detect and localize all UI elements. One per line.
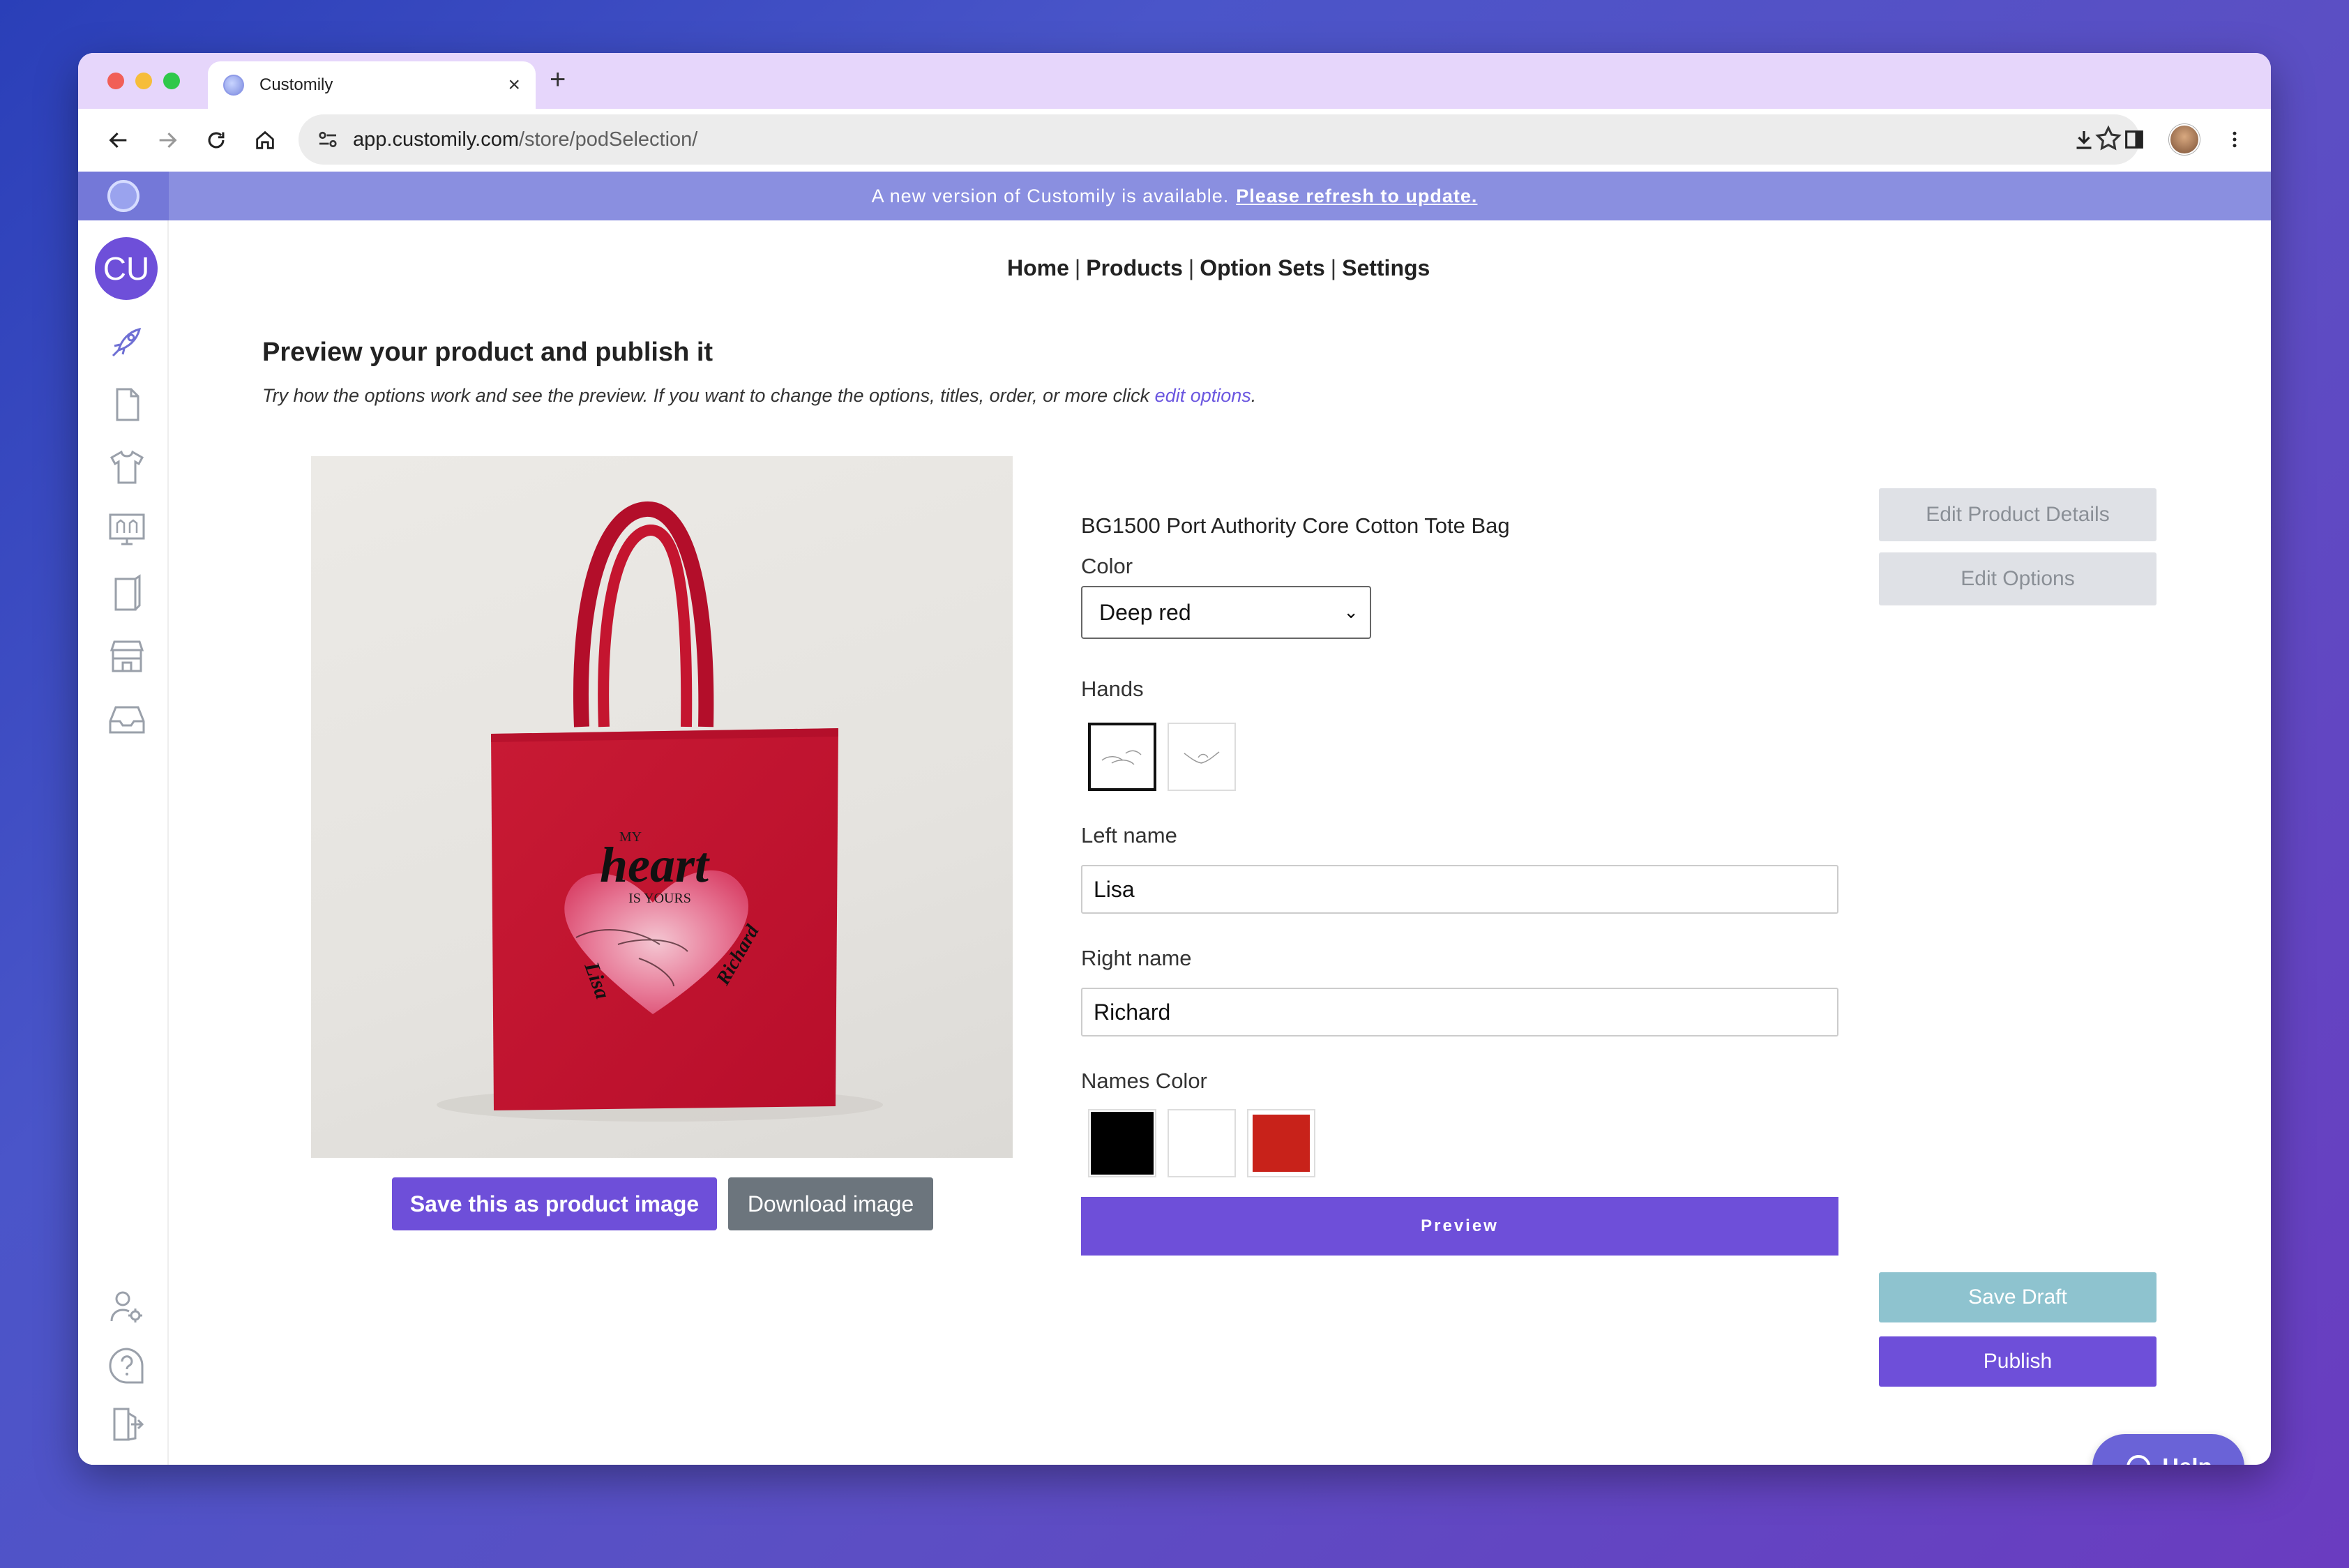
edit-options-button[interactable]: Edit Options (1879, 552, 2157, 605)
user-avatar[interactable]: CU (95, 237, 158, 300)
chevron-down-icon: ⌄ (1343, 601, 1359, 622)
update-banner-text: A new version of Customily is available. (871, 185, 1230, 206)
hands-option-1[interactable] (1088, 723, 1156, 791)
left-name-input[interactable]: Lisa (1081, 865, 1838, 914)
user-settings-icon[interactable] (106, 1286, 148, 1328)
app-area: A new version of Customily is available.… (78, 172, 2271, 1465)
hands-sketch-icon (1184, 751, 1220, 764)
reload-icon[interactable] (194, 118, 239, 163)
nav-separator: | (1330, 255, 1337, 280)
browser-window: Customily × + app.customily.com/store/po… (78, 53, 2271, 1465)
tab-strip: Customily × + (78, 53, 2271, 109)
left-name-label: Left name (1081, 823, 1177, 847)
nav-home[interactable]: Home (1007, 255, 1069, 281)
hands-label: Hands (1081, 677, 1144, 701)
publish-button[interactable]: Publish (1879, 1336, 2157, 1387)
nav-separator: | (1188, 255, 1195, 280)
tshirt-icon[interactable] (106, 446, 148, 488)
chat-bubble-icon (2127, 1454, 2151, 1465)
update-banner: A new version of Customily is available.… (78, 172, 2271, 220)
color-select-value: Deep red (1099, 599, 1191, 625)
names-color-swatch-red[interactable] (1247, 1109, 1315, 1177)
customily-favicon-icon (223, 75, 244, 96)
address-bar[interactable]: app.customily.com/store/podSelection/ (299, 114, 2140, 165)
store-icon[interactable] (106, 635, 148, 677)
menu-kebab-icon[interactable] (2212, 117, 2257, 162)
rocket-icon[interactable] (106, 321, 148, 363)
page-subtitle-end: . (1251, 385, 1257, 406)
nav-separator: | (1074, 255, 1081, 280)
right-name-input[interactable]: Richard (1081, 988, 1838, 1036)
help-icon[interactable] (106, 1345, 148, 1387)
page-subtitle-text: Try how the options work and see the pre… (262, 385, 1150, 406)
top-nav: Home | Products | Option Sets | Settings (1007, 255, 1430, 281)
product-name: BG1500 Port Authority Core Cotton Tote B… (1081, 513, 1510, 538)
customily-logo[interactable] (78, 172, 169, 220)
color-label: Color (1081, 554, 1133, 578)
forward-icon[interactable] (145, 118, 190, 163)
url-host: app.customily.com (353, 128, 519, 151)
page-title: Preview your product and publish it (262, 338, 713, 367)
browser-toolbar: app.customily.com/store/podSelection/ (78, 109, 2271, 172)
nav-products[interactable]: Products (1086, 255, 1183, 281)
site-settings-icon[interactable] (315, 127, 340, 152)
tote-text-is-yours: IS YOURS (628, 891, 691, 906)
download-image-button[interactable]: Download image (728, 1177, 933, 1230)
close-window-button[interactable] (107, 73, 124, 89)
product-preview-image: MY heart IS YOURS Lisa Richard (311, 456, 1013, 1158)
side-panel-icon[interactable] (2112, 117, 2157, 162)
inbox-icon[interactable] (106, 698, 148, 739)
page-subtitle: Try how the options work and see the pre… (262, 385, 1256, 407)
browser-tab[interactable]: Customily × (208, 61, 536, 109)
logout-icon[interactable] (106, 1403, 148, 1445)
edit-product-details-button[interactable]: Edit Product Details (1879, 488, 2157, 541)
edit-options-link[interactable]: edit options (1155, 385, 1251, 406)
download-icon[interactable] (2062, 117, 2106, 162)
tab-close-icon[interactable]: × (508, 73, 520, 97)
url-path: /store/podSelection/ (519, 128, 698, 151)
preview-button[interactable]: Preview (1081, 1197, 1838, 1256)
page-icon[interactable] (106, 384, 148, 425)
monitor-icon[interactable] (106, 509, 148, 551)
back-icon[interactable] (96, 118, 141, 163)
names-color-label: Names Color (1081, 1069, 1207, 1093)
maximize-window-button[interactable] (163, 73, 180, 89)
tab-title: Customily (259, 75, 333, 94)
hands-option-2[interactable] (1168, 723, 1236, 791)
home-icon[interactable] (243, 118, 287, 163)
refresh-link[interactable]: Please refresh to update. (1236, 186, 1477, 207)
names-color-swatch-black[interactable] (1088, 1109, 1156, 1177)
hands-sketch-icon (1101, 750, 1142, 765)
color-select[interactable]: Deep red ⌄ (1081, 586, 1371, 639)
toolbar-right (2062, 117, 2257, 162)
nav-option-sets[interactable]: Option Sets (1200, 255, 1325, 281)
book-icon[interactable] (106, 572, 148, 614)
help-button[interactable]: Help (2092, 1434, 2244, 1465)
names-color-swatch-white[interactable] (1168, 1109, 1236, 1177)
help-label: Help (2162, 1454, 2212, 1465)
customily-logo-icon (107, 180, 139, 212)
save-product-image-button[interactable]: Save this as product image (392, 1177, 717, 1230)
profile-avatar[interactable] (2162, 117, 2207, 162)
minimize-window-button[interactable] (135, 73, 152, 89)
nav-settings[interactable]: Settings (1342, 255, 1430, 281)
sidebar: CU (78, 220, 169, 1465)
new-tab-button[interactable]: + (550, 64, 566, 96)
right-name-label: Right name (1081, 946, 1192, 970)
save-draft-button[interactable]: Save Draft (1879, 1272, 2157, 1322)
tote-text-heart: heart (600, 837, 710, 893)
